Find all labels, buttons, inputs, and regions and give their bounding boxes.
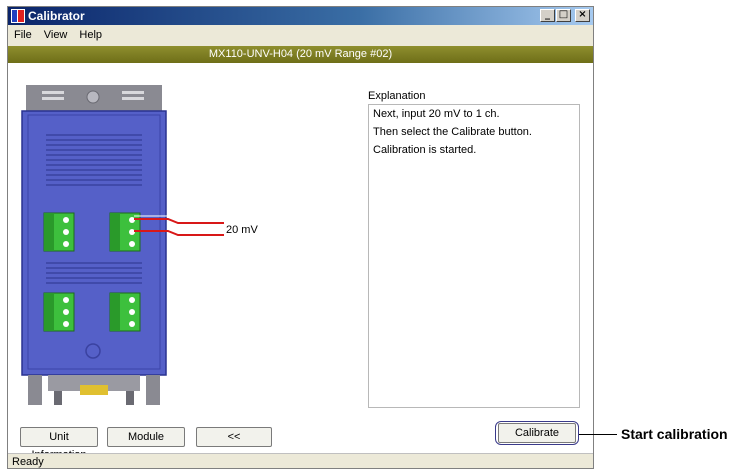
signal-label: 20 mV [226,224,258,236]
explanation-line: Then select the Calibrate button. [373,126,532,138]
menu-bar: File View Help [8,26,593,44]
status-bar: Ready [8,453,593,468]
menu-file[interactable]: File [8,29,38,41]
terminal-block-ch4 [109,292,141,332]
app-icon [11,9,25,23]
terminal-block-ch1 [43,212,75,252]
callout-label: Start calibration [621,426,728,442]
unit-information-button[interactable]: Unit Information [20,427,98,461]
explanation-label: Explanation [368,90,426,102]
maximize-button[interactable]: □ [556,9,571,22]
module-leg-left [28,375,42,405]
menu-view[interactable]: View [38,29,74,41]
module-diagram: 20 mV [21,85,258,405]
explanation-line: Next, input 20 mV to 1 ch. [373,108,500,120]
back-button[interactable]: << [196,427,272,447]
main-panel: 20 mV Explanation Next, input 20 mV to 1… [8,63,593,453]
window-controls: _ □ × [540,9,590,22]
callout-line [579,434,617,435]
terminal-block-ch3 [43,292,75,332]
window-title: Calibrator [28,9,85,23]
module-header: MX110-UNV-H04 (20 mV Range #02) [8,46,593,63]
latch [80,385,108,395]
module-leg-right [146,375,160,405]
explanation-line: Calibration is started. [373,144,477,156]
title-bar[interactable]: Calibrator _ □ × [8,7,593,25]
menu-help[interactable]: Help [73,29,108,41]
explanation-box: Next, input 20 mV to 1 ch. Then select t… [368,104,580,408]
module-button[interactable]: Module [107,427,185,447]
calibrator-window: Calibrator _ □ × File View Help MX110-UN… [7,6,594,469]
calibrate-button[interactable]: Calibrate [498,423,576,443]
screw-icon [86,90,100,104]
close-button[interactable]: × [575,9,590,22]
minimize-button[interactable]: _ [540,9,555,22]
